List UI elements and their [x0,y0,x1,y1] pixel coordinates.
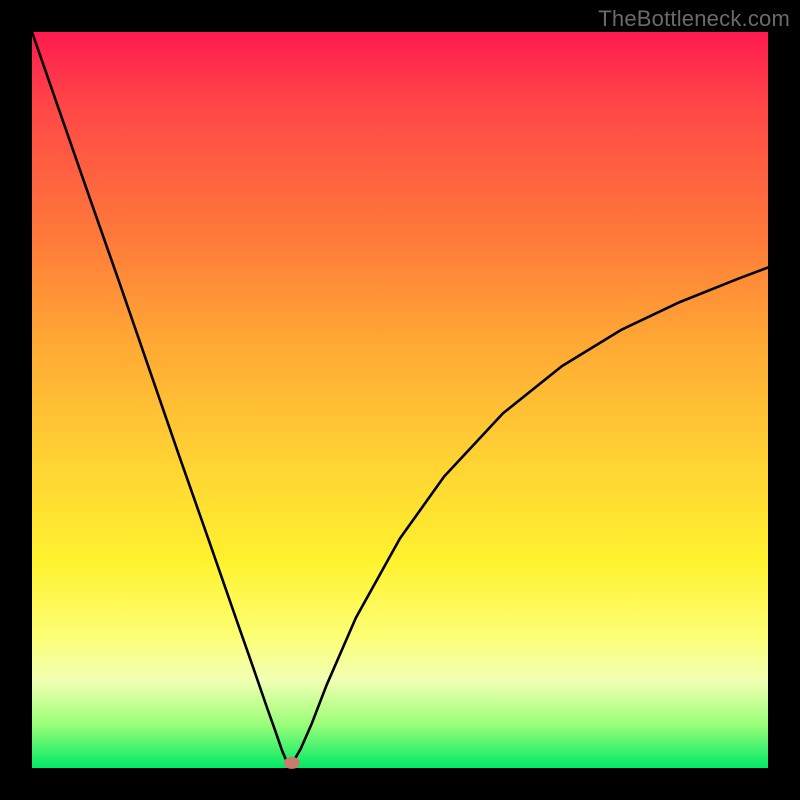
watermark-text: TheBottleneck.com [598,6,790,32]
chart-frame: TheBottleneck.com [0,0,800,800]
curve-svg [32,32,768,768]
plot-area [32,32,768,768]
optimal-marker [284,757,300,769]
bottleneck-curve [32,32,768,768]
